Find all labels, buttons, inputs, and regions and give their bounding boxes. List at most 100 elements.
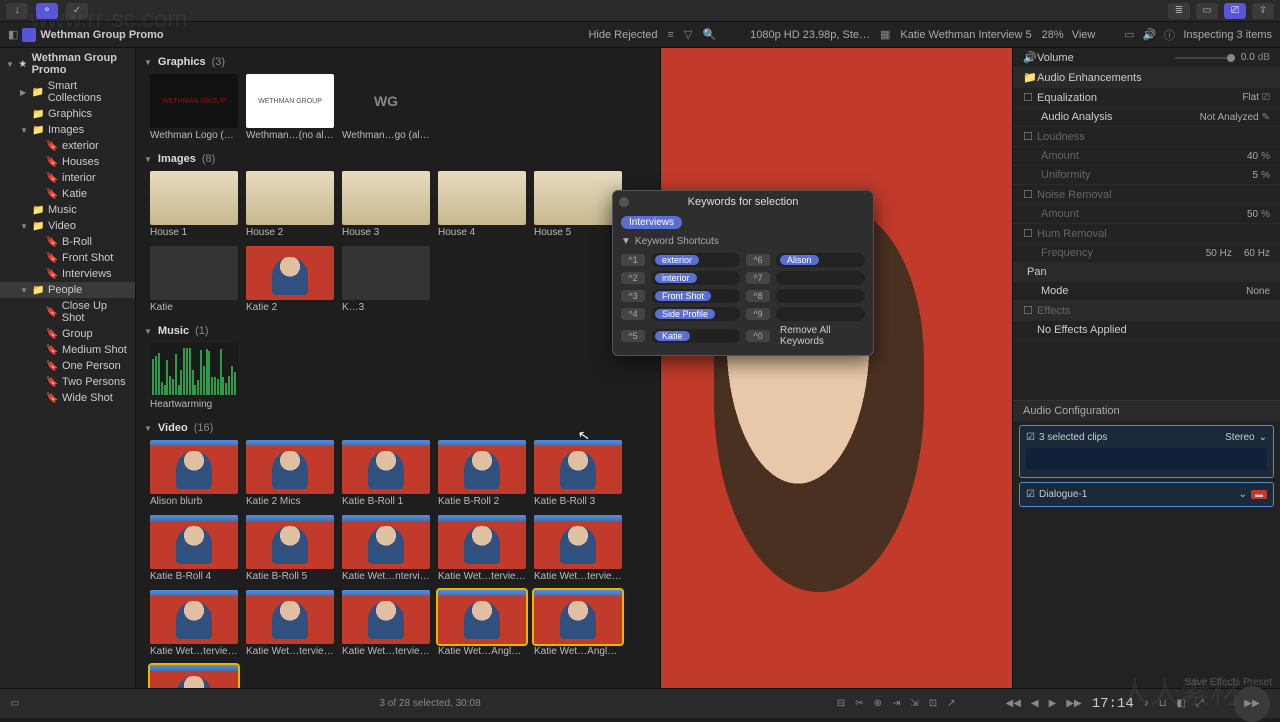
clip-thumbnail-image[interactable] [150, 440, 238, 494]
import-button[interactable]: ↓ [6, 3, 28, 19]
index-button[interactable]: ▭ [10, 698, 19, 709]
clip-thumb[interactable]: WETHMAN GROUPWethman…(no alpha) [246, 74, 334, 141]
clip-thumbnail-image[interactable] [438, 515, 526, 569]
clip-thumbnail-image[interactable] [150, 246, 238, 300]
clip-thumbnail-image[interactable] [246, 246, 334, 300]
clip-thumbnail-image[interactable] [246, 590, 334, 644]
shortcut-slot[interactable] [776, 271, 865, 285]
next-edit-icon[interactable]: ▶▶ [1066, 698, 1081, 709]
role-badge[interactable]: ▬ [1251, 490, 1267, 499]
sidebar-item-people[interactable]: ▼📁People [0, 282, 135, 298]
clip-thumb[interactable]: Katie Wet…terview 3 [534, 515, 622, 582]
list-view-button[interactable]: ≣ [1168, 3, 1190, 19]
clip-thumb[interactable]: K…3 [342, 246, 430, 313]
disclosure-icon[interactable]: ▼ [20, 126, 28, 135]
shortcut-slot[interactable]: interior [651, 271, 740, 285]
snap-icon[interactable]: ⊔ [1159, 698, 1167, 709]
clips-checkbox[interactable]: ☑ [1026, 432, 1035, 443]
remove-all-keywords[interactable]: Remove All Keywords [776, 325, 865, 347]
keyword-button[interactable]: ⚬ [36, 3, 58, 19]
clip-thumbnail-image[interactable] [342, 440, 430, 494]
search-icon[interactable]: 🔍 [702, 28, 716, 41]
category-images[interactable]: ▼Images (8) [144, 149, 652, 169]
current-keyword-tag[interactable]: Interviews [621, 216, 682, 229]
freq-60-button[interactable]: 60 Hz [1244, 248, 1270, 259]
shortcut-slot[interactable]: Side Profile [651, 307, 740, 321]
disclosure-icon[interactable]: ▼ [144, 327, 152, 336]
bg-tasks-button[interactable]: ✓ [66, 3, 88, 19]
disclosure-icon[interactable]: ▼ [621, 236, 631, 247]
viewer-image[interactable] [661, 48, 1012, 688]
clip-thumb[interactable]: Katie 2 Mics [246, 440, 334, 507]
disclosure-icon[interactable]: ▼ [144, 424, 152, 433]
video-inspector-icon[interactable]: ▭ [1121, 27, 1137, 43]
clip-thumbnail-image[interactable] [246, 171, 334, 225]
library-sidebar-icon[interactable]: ◧ [8, 28, 18, 41]
clip-thumbnail-image[interactable] [150, 343, 238, 397]
library-sidebar[interactable]: ▼★Wethman Group Promo▶📁Smart Collections… [0, 48, 136, 688]
clip-thumb[interactable]: Katie B-Roll 5 [246, 515, 334, 582]
uniformity-value[interactable]: 5 [1253, 170, 1259, 181]
shortcut-slot[interactable]: Alison [776, 253, 865, 267]
mode-value[interactable]: None [1246, 286, 1270, 297]
sidebar-item-katie[interactable]: 🔖Katie [0, 186, 135, 202]
trim-tool-icon[interactable]: ⊟ [837, 698, 845, 709]
equalization-row[interactable]: ☐ Equalization Flat ⎚ [1013, 88, 1280, 108]
clip-thumbnail-image[interactable] [438, 440, 526, 494]
clip-thumbnail-image[interactable] [342, 515, 430, 569]
sidebar-item-one-person[interactable]: 🔖One Person [0, 358, 135, 374]
sidebar-item-graphics[interactable]: 📁Graphics [0, 106, 135, 122]
sidebar-item-smart-collections[interactable]: ▶📁Smart Collections [0, 78, 135, 106]
chevron-down-icon[interactable]: ⌄ [1239, 489, 1247, 500]
zoom-level[interactable]: 28% [1042, 29, 1064, 41]
clip-thumb[interactable]: House 5 [534, 171, 622, 238]
keyword-chip[interactable]: Alison [780, 255, 819, 265]
clip-thumb[interactable]: Katie B-Roll 3 [534, 440, 622, 507]
audio-config-box[interactable]: ☑ 3 selected clips Stereo ⌄ [1019, 425, 1274, 478]
clip-thumb[interactable]: Katie Wet…nterview 1 [342, 515, 430, 582]
category-video[interactable]: ▼Video (16) [144, 418, 652, 438]
sidebar-item-wide-shot[interactable]: 🔖Wide Shot [0, 390, 135, 406]
fullscreen-icon[interactable]: ⤢ [1196, 698, 1204, 709]
clip-thumb[interactable]: WGWethman…go (alpha) [342, 74, 430, 141]
clip-thumb[interactable]: Katie Wet…terview 2 [438, 515, 526, 582]
clip-thumbnail-image[interactable]: WETHMAN GROUP [246, 74, 334, 128]
sidebar-item-medium-shot[interactable]: 🔖Medium Shot [0, 342, 135, 358]
clip-thumbnail-image[interactable] [246, 440, 334, 494]
audio-skim-icon[interactable]: ♪ [1144, 698, 1149, 709]
clip-thumb[interactable]: Katie [150, 246, 238, 313]
filter-icon[interactable]: ▽ [684, 28, 692, 41]
sidebar-item-interior[interactable]: 🔖interior [0, 170, 135, 186]
save-preset-button[interactable]: Save Effects Preset [1184, 677, 1272, 688]
library-name[interactable]: Wethman Group Promo [40, 29, 163, 41]
clip-thumbnail-image[interactable] [342, 590, 430, 644]
shortcut-slot[interactable]: Front Shot [651, 289, 740, 303]
clip-thumb[interactable]: Alison blurb [150, 440, 238, 507]
inspector-toggle-button[interactable]: ⎚ [1224, 3, 1246, 19]
clip-thumb[interactable]: Katie B-Roll 1 [342, 440, 430, 507]
keyword-chip[interactable]: interior [655, 273, 697, 283]
view-menu[interactable]: View [1072, 29, 1096, 41]
sidebar-item-b-roll[interactable]: 🔖B-Roll [0, 234, 135, 250]
clip-thumbnail-image[interactable] [150, 515, 238, 569]
disclosure-icon[interactable]: ▼ [20, 222, 28, 231]
clip-thumb[interactable]: House 2 [246, 171, 334, 238]
clip-thumb[interactable]: Katie Wet…terview 5 [246, 590, 334, 657]
clip-thumb[interactable]: Katie B-Roll 2 [438, 440, 526, 507]
keyword-chip[interactable]: Katie [655, 331, 690, 341]
sidebar-item-two-persons[interactable]: 🔖Two Persons [0, 374, 135, 390]
eq-edit-icon[interactable]: ⎚ [1262, 92, 1270, 103]
stereo-dropdown[interactable]: Stereo [1225, 432, 1254, 443]
overwrite-tool-icon[interactable]: ⊡ [929, 698, 937, 709]
clip-browser[interactable]: ▼Graphics (3)WETHMAN GROUPWethman Logo (… [136, 48, 660, 688]
clip-thumb[interactable]: Katie B-Roll 4 [150, 515, 238, 582]
clip-thumb[interactable]: House 4 [438, 171, 526, 238]
disclosure-icon[interactable]: ▼ [6, 60, 14, 69]
sidebar-item-music[interactable]: 📁Music [0, 202, 135, 218]
blade-tool-icon[interactable]: ✂ [855, 698, 863, 709]
filmstrip-view-button[interactable]: ▭ [1196, 3, 1218, 19]
clip-thumb[interactable]: Katie Wet…Angle B 1 [438, 590, 526, 657]
clip-thumbnail-image[interactable] [438, 171, 526, 225]
clip-stack-icon[interactable]: ▦ [880, 28, 890, 41]
clip-thumbnail-image[interactable] [534, 171, 622, 225]
